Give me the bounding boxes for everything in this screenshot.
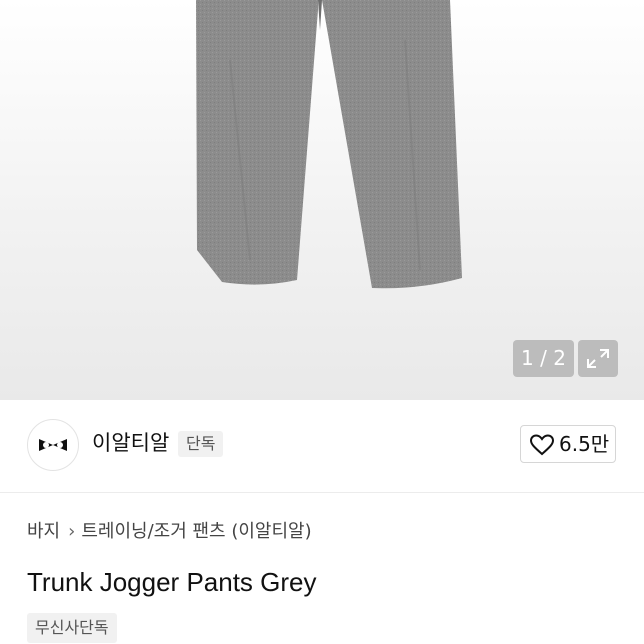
exclusive-badge: 단독 <box>178 431 224 457</box>
heart-icon <box>530 434 554 456</box>
product-image-gallery[interactable]: 1 / 2 <box>0 0 644 400</box>
brand-name[interactable]: 이알티알 <box>92 428 169 458</box>
expand-icon <box>587 349 609 368</box>
expand-button[interactable] <box>578 340 618 377</box>
product-title: Trunk Jogger Pants Grey <box>27 567 317 597</box>
breadcrumb: 바지 › 트레이닝/조거 팬츠 (이알티알) <box>27 518 318 546</box>
breadcrumb-category[interactable]: 바지 <box>27 521 60 542</box>
like-count: 6.5만 <box>559 432 610 456</box>
chevron-right-icon: › <box>68 521 76 542</box>
like-button[interactable]: 6.5만 <box>520 425 616 463</box>
musinsa-exclusive-tag: 무신사단독 <box>27 613 117 643</box>
image-counter: 1 / 2 <box>513 340 574 377</box>
brand-logo[interactable] <box>27 419 79 471</box>
breadcrumb-subcategory[interactable]: 트레이닝/조거 팬츠 (이알티알) <box>81 521 311 542</box>
brand-logo-icon <box>39 439 67 451</box>
